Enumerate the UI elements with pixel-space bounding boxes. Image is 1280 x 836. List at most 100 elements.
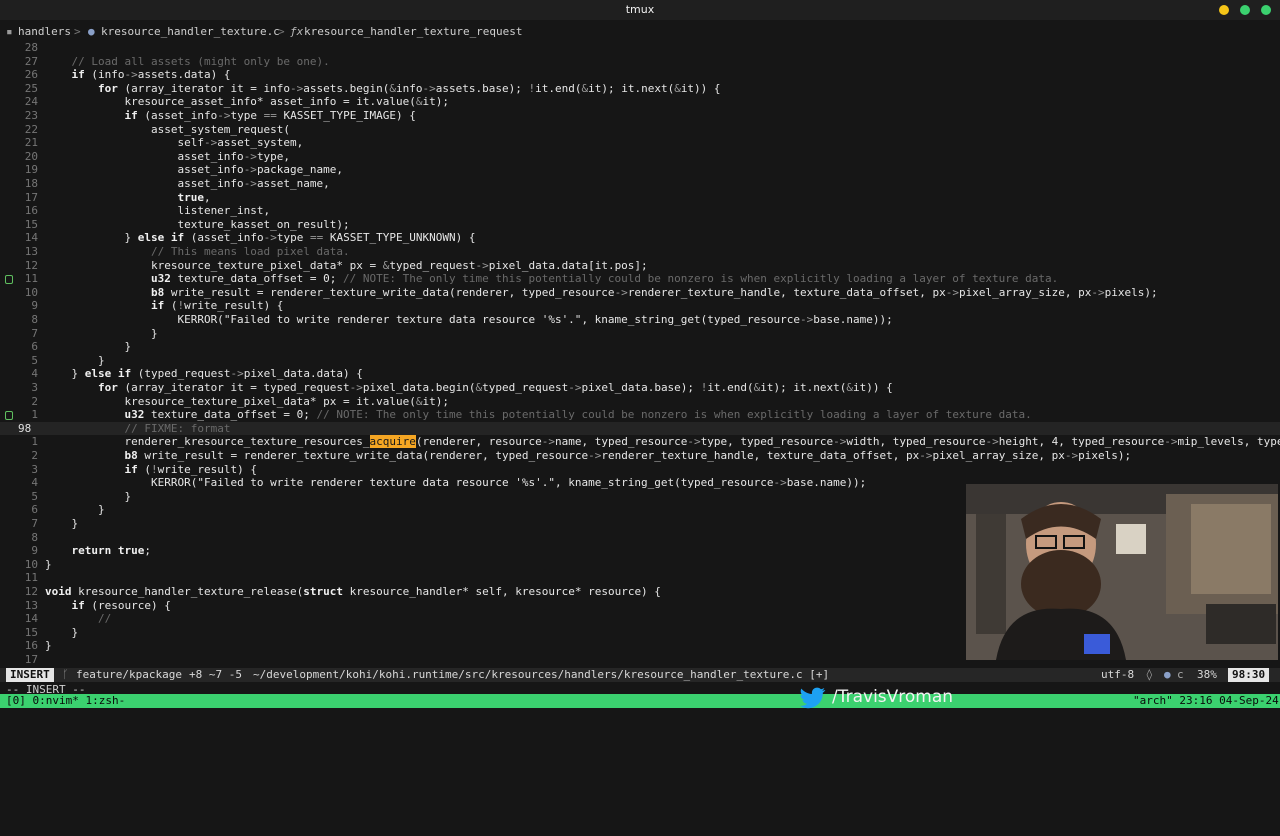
code-text: asset_info->package_name, (45, 163, 344, 177)
c-icon: c (1177, 668, 1184, 681)
tmux-session-windows[interactable]: [0] 0:nvim* 1:zsh- (6, 694, 125, 708)
code-line[interactable]: 3 if (!write_result) { (0, 463, 1280, 477)
line-number: 8 (31, 530, 38, 544)
code-text: asset_system_request( (45, 122, 291, 136)
current-line[interactable]: 98 // FIXME: format (0, 421, 1280, 436)
line-number: 10 (24, 557, 38, 571)
code-text: // Load all assets (might only be one). (71, 54, 330, 68)
code-line[interactable]: 24 kresource_asset_info* asset_info = it… (0, 95, 1280, 109)
code-line[interactable]: 21 self->asset_system, (0, 136, 1280, 150)
breadcrumb-folder[interactable]: handlers (18, 25, 71, 38)
code-line[interactable]: 6 } (0, 340, 1280, 354)
code-line[interactable]: 4 } else if (typed_request->pixel_data.d… (0, 367, 1280, 381)
line-number: 22 (24, 122, 38, 136)
line-number: 2 (31, 394, 38, 408)
line-number: 3 (31, 381, 38, 394)
window-title: tmux (625, 3, 655, 16)
line-number: 13 (24, 245, 38, 258)
code-line[interactable]: 5 } (0, 354, 1280, 368)
window-titlebar: tmux (0, 0, 1280, 20)
line-number: 5 (31, 353, 38, 367)
lsp-icon: ● (1164, 668, 1171, 681)
breadcrumb-separator: > (74, 25, 81, 38)
code-line[interactable]: 23 if (asset_info->type == KASSET_TYPE_I… (0, 109, 1280, 123)
code-line[interactable]: 22 asset_system_request( (0, 123, 1280, 137)
code-text: b8 write_result = renderer_texture_write… (150, 285, 1158, 299)
code-line[interactable]: 1 u32 texture_data_offset = 0; // NOTE: … (0, 408, 1280, 422)
cursor-position: 98:30 (1228, 668, 1270, 682)
code-line[interactable]: 15 texture_kasset_on_result); (0, 218, 1280, 232)
twitter-icon (800, 687, 826, 709)
code-line[interactable]: 20 asset_info->type, (0, 150, 1280, 164)
breadcrumb-file[interactable]: kresource_handler_texture.c (101, 25, 280, 38)
line-number: 17 (24, 190, 38, 204)
line-number: 6 (31, 340, 38, 354)
code-text: // This means load pixel data. (150, 245, 350, 258)
mode-indicator: INSERT (6, 668, 54, 682)
line-number: 7 (31, 326, 38, 340)
git-diff-stats: +8 ~7 -5 (189, 668, 242, 681)
code-text: renderer_kresource_texture_resources_acq… (45, 435, 1280, 449)
maximize-button[interactable] (1240, 5, 1250, 15)
code-line[interactable]: 7 } (0, 327, 1280, 341)
breadcrumb-function[interactable]: kresource_handler_texture_request (304, 25, 523, 38)
close-button[interactable] (1261, 5, 1271, 15)
code-line[interactable]: 10 b8 write_result = renderer_texture_wr… (0, 286, 1280, 300)
code-line[interactable]: 2 b8 write_result = renderer_texture_wri… (0, 449, 1280, 463)
code-text: } (45, 639, 52, 653)
code-text: if (asset_info->type == KASSET_TYPE_IMAG… (124, 109, 416, 122)
line-number: 17 (24, 653, 38, 666)
code-line[interactable]: 17 true, (0, 191, 1280, 205)
code-line[interactable]: 12 kresource_texture_pixel_data* px = &t… (0, 259, 1280, 273)
code-text: } (45, 557, 52, 571)
tmux-status-bar: [0] 0:nvim* 1:zsh- "arch" 23:16 04-Sep-2… (0, 694, 1280, 708)
line-number: 1 (31, 435, 38, 449)
line-number: 6 (31, 503, 38, 517)
code-line[interactable]: 1 renderer_kresource_texture_resources_a… (0, 435, 1280, 449)
code-line[interactable]: 3 for (array_iterator it = typed_request… (0, 381, 1280, 395)
code-line[interactable]: 9 if (!write_result) { (0, 299, 1280, 313)
breadcrumb-separator: > (278, 25, 285, 38)
code-line[interactable]: 8 KERROR("Failed to write renderer textu… (0, 313, 1280, 327)
code-text: KERROR("Failed to write renderer texture… (45, 476, 867, 490)
code-text: } (45, 517, 79, 530)
code-text: } (45, 503, 105, 517)
code-text: } (45, 489, 132, 503)
line-number: 21 (24, 136, 38, 150)
line-number: 12 (24, 258, 38, 272)
code-text: b8 write_result = renderer_texture_write… (124, 449, 1132, 462)
line-number: 1 (31, 408, 38, 422)
code-text: texture_kasset_on_result); (45, 217, 350, 231)
code-line[interactable]: 13 // This means load pixel data. (0, 245, 1280, 259)
code-line[interactable]: 2 kresource_texture_pixel_data* px = it.… (0, 395, 1280, 409)
code-line[interactable]: 16 listener_inst, (0, 204, 1280, 218)
git-branch-icon: ᚴ (62, 668, 69, 681)
line-number: 9 (31, 299, 38, 313)
scroll-percent: 38% (1197, 668, 1217, 681)
code-line[interactable]: 28 (0, 41, 1280, 55)
code-text: true, (177, 190, 211, 204)
code-line[interactable]: 19 asset_info->package_name, (0, 163, 1280, 177)
line-number: 16 (24, 639, 38, 653)
code-text: if (!write_result) { (124, 462, 257, 476)
line-number: 3 (31, 462, 38, 476)
git-branch: feature/kpackage (76, 668, 182, 681)
code-line[interactable]: 27 // Load all assets (might only be one… (0, 55, 1280, 69)
minimize-button[interactable] (1219, 5, 1229, 15)
line-number: 27 (24, 54, 38, 68)
streamer-webcam-image (966, 484, 1278, 660)
line-number: 16 (24, 204, 38, 218)
code-text: if (info->assets.data) { (71, 68, 231, 82)
code-text: u32 texture_data_offset = 0; // NOTE: Th… (124, 408, 1032, 422)
line-number: 11 (24, 571, 38, 585)
code-text: if (resource) { (71, 598, 171, 612)
line-number: 98 (18, 421, 32, 435)
code-line[interactable]: 18 asset_info->asset_name, (0, 177, 1280, 191)
code-text: } (45, 326, 158, 340)
code-line[interactable]: 11 u32 texture_data_offset = 0; // NOTE:… (0, 272, 1280, 286)
line-number: 2 (31, 449, 38, 462)
code-line[interactable]: 26 if (info->assets.data) { (0, 68, 1280, 82)
code-line[interactable]: 25 for (array_iterator it = info->assets… (0, 82, 1280, 96)
code-line[interactable]: 14 } else if (asset_info->type == KASSET… (0, 231, 1280, 245)
line-number: 15 (24, 625, 38, 639)
